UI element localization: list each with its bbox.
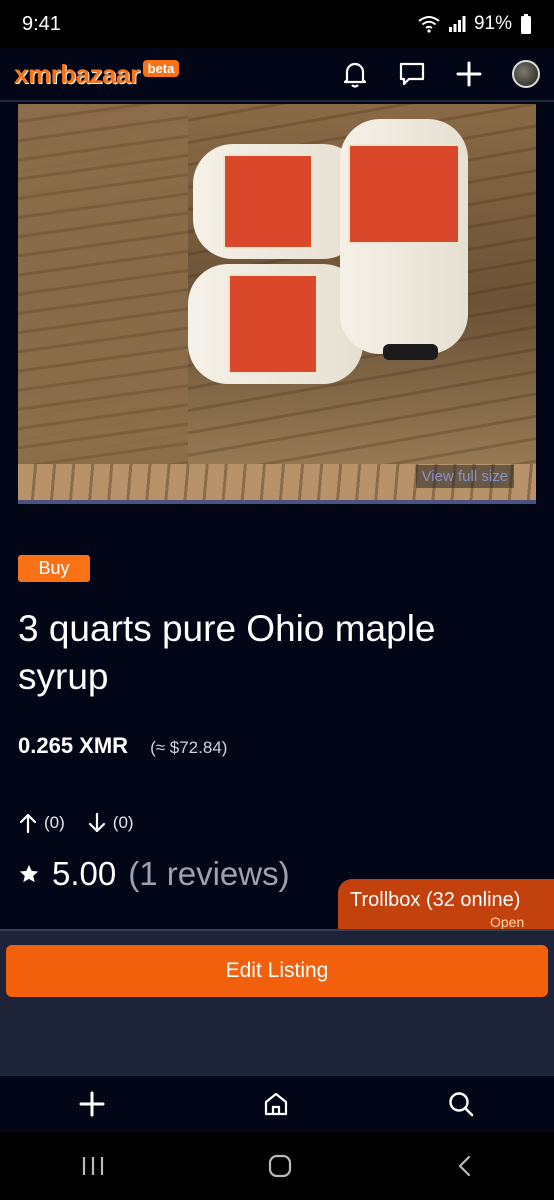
app-header: xmrbazaar beta xyxy=(0,48,554,102)
star-icon xyxy=(19,864,39,883)
trollbox-toggle[interactable]: Trollbox (32 online) Open xyxy=(338,879,554,931)
back-icon[interactable] xyxy=(455,1154,473,1178)
trollbox-open-label: Open xyxy=(490,914,525,930)
jug-cap xyxy=(383,344,438,360)
bell-icon[interactable] xyxy=(342,60,368,88)
box-flap-left xyxy=(18,104,188,500)
header-actions xyxy=(342,60,540,88)
recents-icon[interactable] xyxy=(81,1155,105,1177)
downvote-count: (0) xyxy=(112,813,134,832)
status-bar: 9:41 91% xyxy=(0,0,554,48)
action-panel: Edit Listing xyxy=(0,929,554,1075)
downvote-button[interactable]: (0) xyxy=(87,812,134,834)
upvote-count: (0) xyxy=(44,813,65,832)
battery-icon xyxy=(521,14,531,34)
arrow-up-icon xyxy=(19,813,37,834)
avatar[interactable] xyxy=(512,60,540,88)
search-icon[interactable] xyxy=(447,1090,475,1118)
vote-row: (0) (0) xyxy=(18,812,134,834)
android-nav xyxy=(0,1132,554,1200)
listing-title: 3 quarts pure Ohio maple syrup xyxy=(18,608,436,697)
arrow-down-icon xyxy=(88,812,105,833)
status-time: 9:41 xyxy=(22,12,61,35)
rating-row[interactable]: 5.00 (1 reviews) xyxy=(18,855,290,893)
price-row: 0.265 XMR (≈ $72.84) xyxy=(18,733,227,759)
rating-value: 5.00 xyxy=(52,855,117,892)
listing-type-badge: Buy xyxy=(18,555,90,582)
listing-photo[interactable]: View full size xyxy=(18,104,536,504)
signal-icon xyxy=(448,16,466,32)
jug-label xyxy=(348,144,460,244)
upvote-button[interactable]: (0) xyxy=(18,812,65,834)
plus-icon[interactable] xyxy=(456,61,482,87)
home-button-icon[interactable] xyxy=(267,1153,293,1179)
view-full-size-link[interactable]: View full size xyxy=(415,465,514,488)
home-icon[interactable] xyxy=(262,1090,290,1118)
status-icons: 91% xyxy=(418,13,532,35)
logo-text: xmrbazaar xyxy=(14,58,140,89)
trollbox-title: Trollbox (32 online) xyxy=(350,889,521,911)
jug-label xyxy=(223,154,313,249)
beta-badge: beta xyxy=(142,59,180,77)
price-usd: (≈ $72.84) xyxy=(150,738,228,757)
edit-listing-button[interactable]: Edit Listing xyxy=(6,945,548,997)
plus-icon[interactable] xyxy=(79,1091,105,1117)
site-logo[interactable]: xmrbazaar beta xyxy=(14,58,180,90)
wifi-icon xyxy=(418,16,440,33)
battery-percent: 91% xyxy=(473,13,512,34)
bottom-nav xyxy=(0,1075,554,1132)
jug-label xyxy=(228,274,318,374)
message-icon[interactable] xyxy=(398,60,426,88)
price-xmr: 0.265 XMR xyxy=(18,733,129,758)
review-count: (1 reviews) xyxy=(128,855,290,892)
